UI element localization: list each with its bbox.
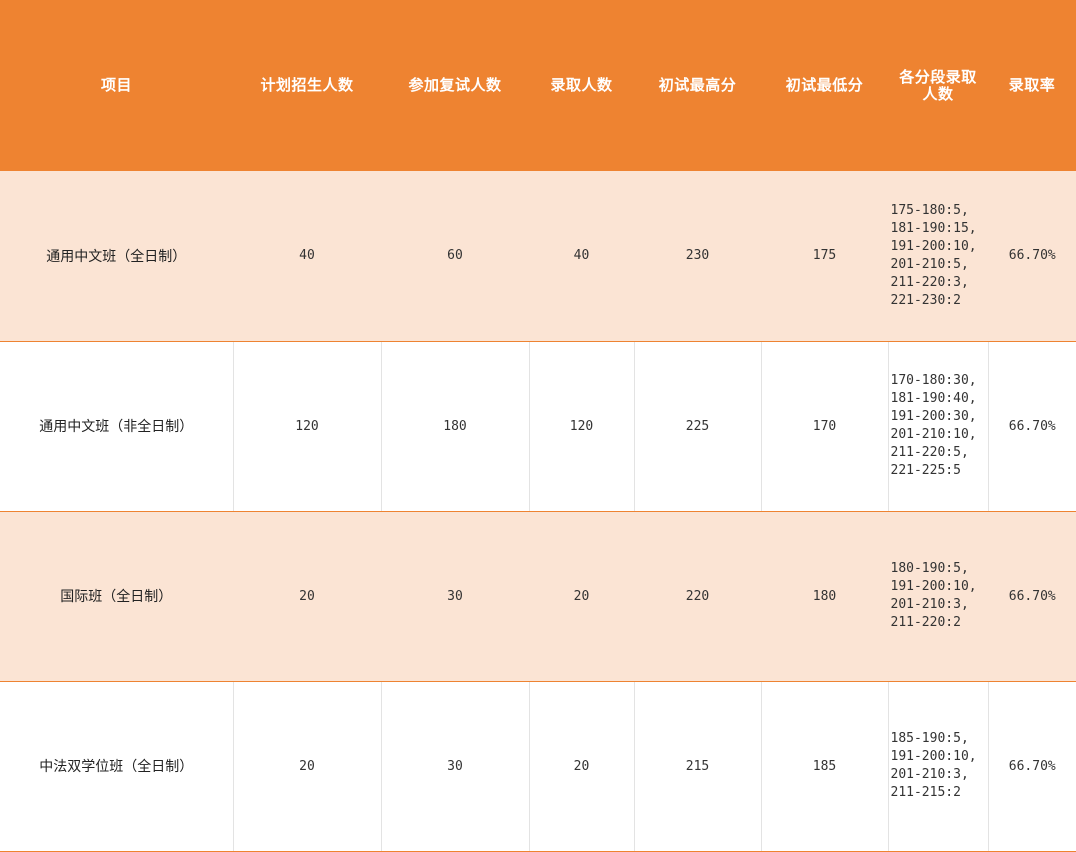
band-line: 180-190:5,: [890, 561, 969, 576]
cell-item: 中法双学位班（全日制）: [0, 681, 234, 852]
table-row: 中法双学位班（全日制） 20 30 20 215 185 185-190:5, …: [0, 681, 1076, 852]
cell-admitted: 20: [528, 681, 635, 852]
band-line: 191-200:10,: [890, 749, 977, 764]
cell-retest: 30: [380, 511, 530, 682]
column-header-bands: 各分段录取人数: [888, 0, 988, 171]
column-header-bands-label: 各分段录取人数: [899, 67, 977, 103]
band-line: 191-200:10,: [890, 579, 977, 594]
band-line: 201-210:3,: [890, 767, 969, 782]
band-line: 181-190:40,: [890, 391, 977, 406]
band-line: 191-200:10,: [890, 238, 977, 254]
table-row: 通用中文班（非全日制） 120 180 120 225 170 170-180:…: [0, 341, 1076, 512]
cell-max-score: 220: [633, 511, 762, 682]
cell-rate: 66.70%: [987, 171, 1076, 342]
column-header-planned: 计划招生人数: [233, 0, 381, 171]
band-line: 181-190:15,: [890, 220, 977, 236]
cell-min-score: 185: [760, 681, 889, 852]
band-line: 221-230:2: [890, 292, 961, 308]
table-row: 通用中文班（全日制） 40 60 40 230 175 175-180:5, 1…: [0, 171, 1076, 342]
cell-planned: 20: [232, 681, 382, 852]
cell-min-score: 180: [760, 511, 889, 682]
cell-min-score: 175: [760, 171, 889, 342]
band-line: 170-180:30,: [890, 373, 977, 388]
band-line: 185-190:5,: [890, 731, 969, 746]
band-line: 211-220:5,: [890, 445, 969, 460]
column-header-rate: 录取率: [988, 0, 1076, 171]
table-header-row: 项目 计划招生人数 参加复试人数 录取人数 初试最高分 初试最低分 各分段录取人…: [0, 0, 1076, 171]
cell-max-score: 230: [633, 171, 762, 342]
cell-planned: 120: [232, 341, 382, 512]
cell-bands: 175-180:5, 181-190:15, 191-200:10, 201-2…: [887, 171, 989, 342]
cell-bands: 185-190:5, 191-200:10, 201-210:3, 211-21…: [887, 681, 989, 852]
cell-max-score: 225: [633, 341, 762, 512]
band-line: 201-210:3,: [890, 597, 969, 612]
cell-item: 国际班（全日制）: [0, 511, 234, 682]
cell-planned: 40: [232, 171, 382, 342]
column-header-admitted: 录取人数: [529, 0, 634, 171]
cell-bands: 170-180:30, 181-190:40, 191-200:30, 201-…: [887, 341, 989, 512]
cell-rate: 66.70%: [987, 341, 1076, 512]
band-line: 191-200:30,: [890, 409, 977, 424]
band-line: 211-215:2: [890, 785, 961, 800]
column-header-min-score: 初试最低分: [761, 0, 888, 171]
cell-retest: 30: [380, 681, 530, 852]
cell-item: 通用中文班（全日制）: [0, 171, 234, 342]
cell-retest: 60: [380, 171, 530, 342]
table-row: 国际班（全日制） 20 30 20 220 180 180-190:5, 191…: [0, 511, 1076, 682]
admissions-table: 项目 计划招生人数 参加复试人数 录取人数 初试最高分 初试最低分 各分段录取人…: [0, 0, 1076, 852]
cell-bands: 180-190:5, 191-200:10, 201-210:3, 211-22…: [887, 511, 989, 682]
cell-rate: 66.70%: [987, 511, 1076, 682]
cell-min-score: 170: [760, 341, 889, 512]
band-line: 211-220:2: [890, 615, 961, 630]
column-header-item: 项目: [0, 0, 233, 171]
column-header-max-score: 初试最高分: [634, 0, 761, 171]
cell-max-score: 215: [633, 681, 762, 852]
cell-planned: 20: [232, 511, 382, 682]
column-header-retest: 参加复试人数: [381, 0, 529, 171]
cell-rate: 66.70%: [987, 681, 1076, 852]
cell-retest: 180: [380, 341, 530, 512]
band-line: 221-225:5: [890, 463, 961, 478]
cell-admitted: 120: [528, 341, 635, 512]
band-line: 211-220:3,: [890, 274, 969, 290]
cell-admitted: 20: [528, 511, 635, 682]
cell-admitted: 40: [528, 171, 635, 342]
cell-item: 通用中文班（非全日制）: [0, 341, 234, 512]
band-line: 201-210:10,: [890, 427, 977, 442]
band-line: 201-210:5,: [890, 256, 969, 272]
band-line: 175-180:5,: [890, 202, 969, 218]
